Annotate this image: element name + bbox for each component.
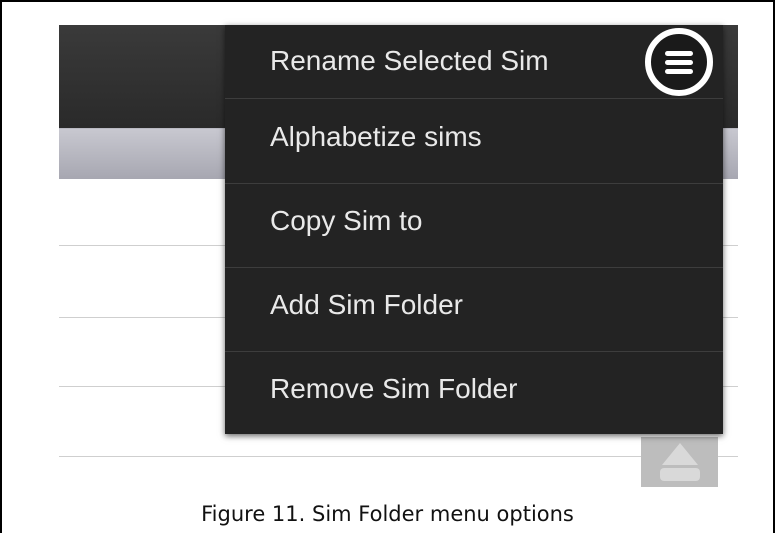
scroll-up-button[interactable] <box>641 437 718 487</box>
menu-item-label: Copy Sim to <box>270 205 423 236</box>
menu-item-label: Rename Selected Sim <box>270 45 549 76</box>
hamburger-menu-icon <box>665 51 693 56</box>
figure-caption: Figure 11. Sim Folder menu options <box>201 502 574 526</box>
hamburger-menu-button[interactable] <box>645 28 713 96</box>
figure-frame-top <box>0 0 775 2</box>
menu-item-label: Remove Sim Folder <box>270 373 518 404</box>
menu-item-copy-sim-to[interactable]: Copy Sim to <box>225 183 723 268</box>
figure-frame-left <box>0 0 2 533</box>
hamburger-menu-icon <box>665 60 693 65</box>
sim-folder-menu: Rename Selected Sim Alphabetize sims Cop… <box>225 25 723 434</box>
scroll-up-bar <box>660 468 700 481</box>
menu-item-add-sim-folder[interactable]: Add Sim Folder <box>225 267 723 352</box>
menu-item-alphabetize-sims[interactable]: Alphabetize sims <box>225 99 723 184</box>
menu-item-label: Add Sim Folder <box>270 289 463 320</box>
hamburger-menu-icon <box>665 69 693 74</box>
menu-item-label: Alphabetize sims <box>270 121 482 152</box>
menu-item-remove-sim-folder[interactable]: Remove Sim Folder <box>225 351 723 434</box>
scroll-up-icon <box>662 443 698 465</box>
list-divider <box>59 456 738 457</box>
